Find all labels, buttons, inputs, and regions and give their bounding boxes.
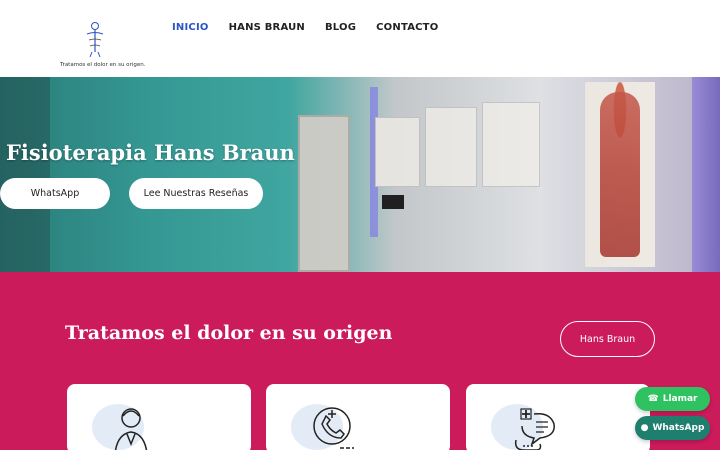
nav-item-blog[interactable]: BLOG	[325, 22, 356, 33]
phone-medical-icon	[313, 407, 354, 449]
whatsapp-button[interactable]: WhatsApp	[0, 178, 110, 209]
section-title: Tratamos el dolor en su origen	[65, 322, 393, 344]
chat-icon: ●	[640, 423, 649, 433]
doctor-icon	[114, 408, 148, 450]
reviews-button[interactable]: Lee Nuestras Reseñas	[129, 178, 263, 209]
chat-medical-icon	[514, 408, 555, 450]
hero-banner: Fisioterapia Hans Braun WhatsApp Lee Nue…	[0, 77, 720, 272]
logo[interactable]: Tratamos el dolor en su origen.	[60, 22, 145, 72]
call-label: Llamar	[662, 394, 698, 404]
nav-item-inicio[interactable]: INICIO	[172, 22, 209, 33]
service-card[interactable]	[67, 384, 251, 450]
phone-icon: ☎	[647, 394, 659, 404]
hero-overlay	[0, 77, 720, 272]
service-card[interactable]	[466, 384, 650, 450]
spine-figure-icon	[86, 22, 104, 58]
hans-braun-button[interactable]: Hans Braun	[560, 321, 655, 357]
site-header: Tratamos el dolor en su origen. INICIO H…	[0, 0, 720, 77]
nav-item-contacto[interactable]: CONTACTO	[376, 22, 438, 33]
service-card[interactable]	[266, 384, 450, 450]
logo-tagline: Tratamos el dolor en su origen.	[60, 62, 146, 68]
whatsapp-float-label: WhatsApp	[652, 423, 705, 433]
nav-item-hans-braun[interactable]: HANS BRAUN	[229, 22, 305, 33]
call-float-button[interactable]: ☎ Llamar	[635, 387, 710, 411]
whatsapp-float-button[interactable]: ● WhatsApp	[635, 416, 710, 440]
services-section: Tratamos el dolor en su origen Hans Brau…	[0, 272, 720, 450]
hero-title: Fisioterapia Hans Braun	[6, 140, 295, 165]
main-nav: INICIO HANS BRAUN BLOG CONTACTO	[172, 22, 438, 33]
